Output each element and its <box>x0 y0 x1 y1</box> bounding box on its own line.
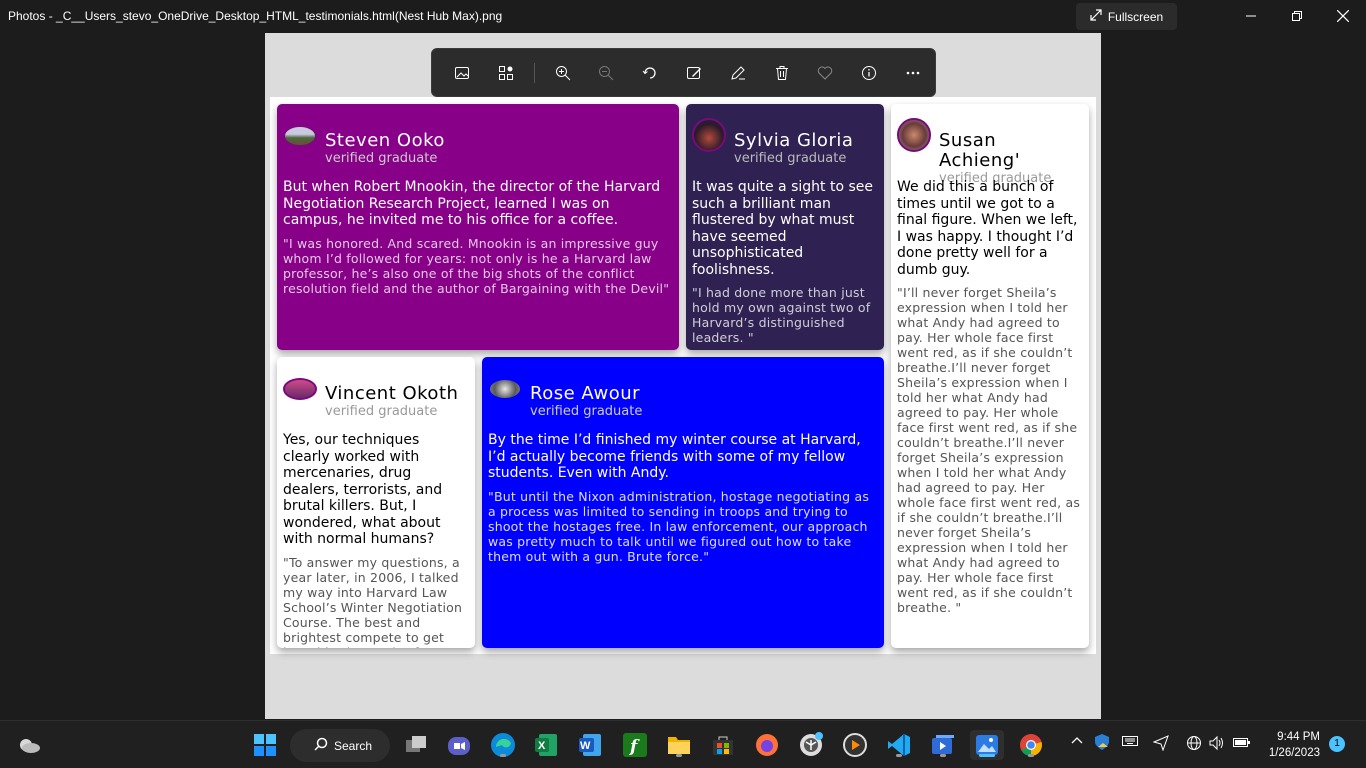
notification-badge[interactable]: 1 <box>1329 736 1345 752</box>
testimonial-quote: "I’ll never forget Sheila’s expression w… <box>897 285 1081 615</box>
verified-label: verified graduate <box>325 151 438 166</box>
fullscreen-label: Fullscreen <box>1107 9 1164 24</box>
clock-date: 1/26/2023 <box>1268 747 1320 759</box>
file-explorer-icon[interactable] <box>664 730 694 760</box>
chevron-up-icon[interactable] <box>1071 735 1083 750</box>
task-view-icon[interactable] <box>401 730 431 760</box>
restore-button[interactable] <box>1274 0 1320 32</box>
testimonial-lead: It was quite a sight to see such a brill… <box>692 179 873 278</box>
send-icon[interactable] <box>1152 735 1169 754</box>
testimonial-card: Steven Ooko verified graduate But when R… <box>277 104 679 350</box>
running-indicator <box>500 754 506 757</box>
close-button[interactable] <box>1320 0 1366 32</box>
favorite-icon[interactable] <box>804 51 848 95</box>
testimonial-card: Susan Achieng' verified graduate We did … <box>891 104 1089 648</box>
graduate-name: Susan Achieng' <box>939 130 1021 171</box>
avatar <box>692 118 726 152</box>
testimonial-lead: By the time I’d finished my winter cours… <box>488 432 861 481</box>
zoom-in-icon[interactable] <box>541 51 585 95</box>
rotate-icon[interactable] <box>628 51 672 95</box>
network-icon[interactable] <box>1186 735 1202 754</box>
photos-icon[interactable] <box>970 730 1004 760</box>
edge-icon[interactable] <box>488 730 518 760</box>
graduate-name: Steven Ooko <box>325 130 445 151</box>
avatar <box>488 378 522 400</box>
search-label: Search <box>334 738 373 753</box>
media-player-icon[interactable] <box>840 730 870 760</box>
title-bar: Photos - _C__Users_stevo_OneDrive_Deskto… <box>0 0 1366 32</box>
testimonial-card: Sylvia Gloria verified graduate It was q… <box>686 104 884 350</box>
photo-toolbar <box>431 48 936 97</box>
active-indicator <box>979 754 995 757</box>
verified-label: verified graduate <box>734 151 847 166</box>
expand-icon <box>1090 9 1102 24</box>
svg-text:X: X <box>538 740 546 752</box>
git-icon[interactable] <box>796 730 826 760</box>
testimonial-card: Vincent Okoth verified graduate Yes, our… <box>277 357 475 648</box>
testimonial-quote: "I had done more than just hold my own a… <box>692 285 871 345</box>
image-icon[interactable] <box>440 51 484 95</box>
verified-label: verified graduate <box>530 404 643 419</box>
zoom-out-icon[interactable] <box>584 51 628 95</box>
running-indicator <box>896 754 902 757</box>
delete-icon[interactable] <box>760 51 804 95</box>
avatar <box>897 118 931 152</box>
testimonial-lead: We did this a bunch of times until we go… <box>897 179 1078 278</box>
clock[interactable]: 9:44 PM 1/26/2023 <box>1262 729 1320 761</box>
testimonial-quote: "I was honored. And scared. Mnookin is a… <box>283 235 670 296</box>
graduate-name: Vincent Okoth <box>325 383 459 404</box>
toolbar-divider <box>533 62 535 83</box>
testimonial-quote: "To answer my questions, a year later, i… <box>283 554 463 649</box>
excel-icon[interactable]: X <box>531 730 561 760</box>
video-editor-icon[interactable] <box>928 730 958 760</box>
vscode-icon[interactable] <box>884 730 914 760</box>
start-icon[interactable] <box>250 730 280 760</box>
gallery-icon[interactable] <box>484 51 528 95</box>
edit-image-icon[interactable] <box>672 51 716 95</box>
clock-time: 9:44 PM <box>1277 731 1320 743</box>
draw-icon[interactable] <box>716 51 760 95</box>
avatar <box>283 378 317 400</box>
window-title: Photos - _C__Users_stevo_OneDrive_Deskto… <box>8 9 503 23</box>
testimonial-lead: But when Robert Mnookin, the director of… <box>283 179 661 228</box>
testimonial-lead: Yes, our techniques clearly worked with … <box>283 432 443 547</box>
graduate-name: Rose Awour <box>530 383 641 404</box>
graduate-name: Sylvia Gloria <box>734 130 854 151</box>
running-indicator <box>676 754 682 757</box>
security-icon[interactable] <box>1094 733 1110 754</box>
testimonial-card: Rose Awour verified graduate By the time… <box>482 357 884 648</box>
fullscreen-button[interactable]: Fullscreen <box>1076 3 1177 30</box>
word-icon[interactable]: W <box>575 730 605 760</box>
testimonial-quote: "But until the Nixon administration, hos… <box>488 488 870 564</box>
battery-icon[interactable] <box>1233 735 1251 752</box>
store-icon[interactable] <box>708 730 738 760</box>
running-indicator <box>1028 754 1034 757</box>
minimize-button[interactable] <box>1228 0 1274 32</box>
volume-icon[interactable] <box>1209 735 1225 754</box>
verified-label: verified graduate <box>325 404 438 419</box>
chrome-icon[interactable] <box>1016 730 1046 760</box>
keyboard-icon[interactable] <box>1122 735 1138 750</box>
more-icon[interactable] <box>891 51 935 95</box>
formula-app-icon[interactable]: f <box>620 730 650 760</box>
avatar <box>283 125 317 147</box>
weather-icon[interactable] <box>14 730 44 760</box>
info-icon[interactable] <box>847 51 891 95</box>
running-indicator <box>940 754 946 757</box>
search-icon <box>314 737 328 754</box>
svg-text:W: W <box>580 740 591 752</box>
teams-icon[interactable] <box>444 730 474 760</box>
search-box[interactable]: Search <box>290 729 390 762</box>
firefox-icon[interactable] <box>752 730 782 760</box>
taskbar: Search X W f 9:44 PM 1/26/2023 1 <box>0 720 1366 768</box>
